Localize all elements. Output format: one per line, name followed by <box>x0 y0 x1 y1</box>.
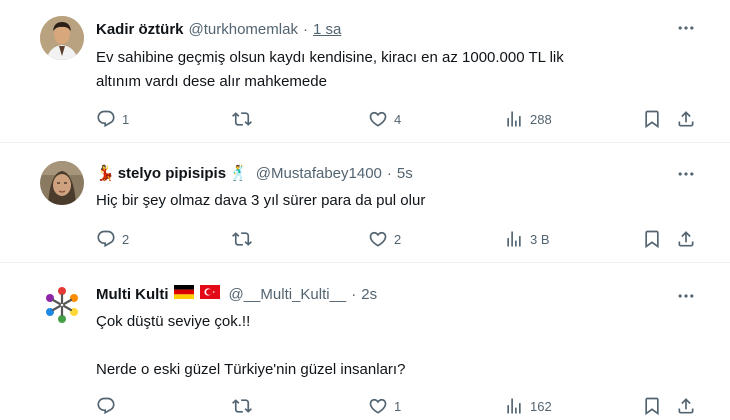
action-bar: 1 162 <box>96 395 706 417</box>
tweet-text-line <box>96 334 696 358</box>
avatar[interactable] <box>40 283 84 327</box>
views-icon <box>504 109 524 129</box>
like-icon <box>368 229 388 249</box>
like-count: 4 <box>394 111 402 127</box>
separator: · <box>386 164 392 182</box>
avatar[interactable] <box>40 161 84 205</box>
reply-count: 1 <box>122 111 130 127</box>
author-handle[interactable]: @turkhomemlak <box>189 21 298 38</box>
view-count: 3 B <box>530 231 550 247</box>
share-button[interactable] <box>676 228 696 250</box>
action-bar: 1 4 288 <box>96 108 706 130</box>
repost-icon <box>232 396 252 416</box>
view-count: 162 <box>530 398 552 414</box>
more-icon[interactable] <box>676 164 696 184</box>
like-button[interactable]: 1 <box>368 395 401 417</box>
separator: · <box>302 20 308 38</box>
author-name[interactable]: Kadir öztürk <box>96 21 184 38</box>
bookmark-icon <box>642 229 662 249</box>
repost-button[interactable] <box>232 108 258 130</box>
tweet-text-line: Hiç bir şey olmaz dava 3 yıl sürer para … <box>96 192 426 209</box>
repost-button[interactable] <box>232 228 258 250</box>
tweet-header: 💃 stelyo pipisipis 🕺 @Mustafabey1400 · 5… <box>96 162 413 184</box>
timestamp[interactable]: 1 sa <box>313 21 341 38</box>
tweet-text-line: altınım vardı dese alır mahkemede <box>96 73 327 90</box>
share-button[interactable] <box>676 395 696 417</box>
tweet-text: Çok düştü seviye çok.!! Nerde o eski güz… <box>96 310 696 382</box>
like-icon <box>368 396 388 416</box>
more-icon[interactable] <box>676 18 696 38</box>
share-icon <box>676 396 696 416</box>
views-icon <box>504 396 524 416</box>
timestamp[interactable]: 5s <box>397 165 413 182</box>
like-count: 1 <box>394 398 402 414</box>
bookmark-button[interactable] <box>642 108 662 130</box>
avatar[interactable] <box>40 16 84 60</box>
turkey-flag-icon <box>200 285 221 303</box>
views-button[interactable]: 162 <box>504 395 552 417</box>
action-bar: 2 2 3 B <box>96 228 706 250</box>
views-button[interactable]: 288 <box>504 108 552 130</box>
tweet-text-line: Çok düştü seviye çok.!! <box>96 313 251 330</box>
tweet-header: Multi Kulti @__Multi_Kulti__ · 2s <box>96 283 377 305</box>
share-icon <box>676 109 696 129</box>
reply-icon <box>96 396 116 416</box>
view-count: 288 <box>530 111 552 127</box>
bookmark-icon <box>642 396 662 416</box>
reply-button[interactable]: 1 <box>96 108 129 130</box>
bookmark-icon <box>642 109 662 129</box>
share-button[interactable] <box>676 108 696 130</box>
author-handle[interactable]: @Mustafabey1400 <box>256 165 382 182</box>
author-name[interactable]: stelyo pipisipis <box>118 165 226 182</box>
like-icon <box>368 109 388 129</box>
author-name[interactable]: Multi Kulti <box>96 286 168 303</box>
like-button[interactable]: 2 <box>368 228 401 250</box>
tweet-text: Ev sahibine geçmiş olsun kaydı kendisine… <box>96 46 696 94</box>
bookmark-button[interactable] <box>642 228 662 250</box>
reply-button[interactable] <box>96 395 122 417</box>
like-button[interactable]: 4 <box>368 108 401 130</box>
germany-flag-icon <box>174 285 195 303</box>
tweet-text-line: Ev sahibine geçmiş olsun kaydı kendisine… <box>96 49 564 66</box>
tweet-1[interactable]: Kadir öztürk @turkhomemlak · 1 sa Ev sah… <box>0 0 730 143</box>
repost-icon <box>232 229 252 249</box>
like-count: 2 <box>394 231 402 247</box>
views-icon <box>504 229 524 249</box>
dancer-emoji: 🕺 <box>229 165 248 182</box>
repost-button[interactable] <box>232 395 258 417</box>
tweet-2[interactable]: 💃 stelyo pipisipis 🕺 @Mustafabey1400 · 5… <box>0 143 730 263</box>
views-button[interactable]: 3 B <box>504 228 550 250</box>
author-handle[interactable]: @__Multi_Kulti__ <box>228 286 346 303</box>
reply-count: 2 <box>122 231 130 247</box>
bookmark-button[interactable] <box>642 395 662 417</box>
tweet-header: Kadir öztürk @turkhomemlak · 1 sa <box>96 18 341 40</box>
more-icon[interactable] <box>676 286 696 306</box>
share-icon <box>676 229 696 249</box>
tweet-text-line: Nerde o eski güzel Türkiye'nin güzel ins… <box>96 361 406 378</box>
repost-icon <box>232 109 252 129</box>
reply-icon <box>96 229 116 249</box>
tweet-3[interactable]: Multi Kulti @__Multi_Kulti__ · 2s Çok dü… <box>0 263 730 420</box>
tweet-text: Hiç bir şey olmaz dava 3 yıl sürer para … <box>96 189 696 213</box>
reply-icon <box>96 109 116 129</box>
separator: · <box>351 285 357 303</box>
timestamp[interactable]: 2s <box>361 286 377 303</box>
dancer-emoji: 💃 <box>96 165 115 182</box>
reply-button[interactable]: 2 <box>96 228 129 250</box>
